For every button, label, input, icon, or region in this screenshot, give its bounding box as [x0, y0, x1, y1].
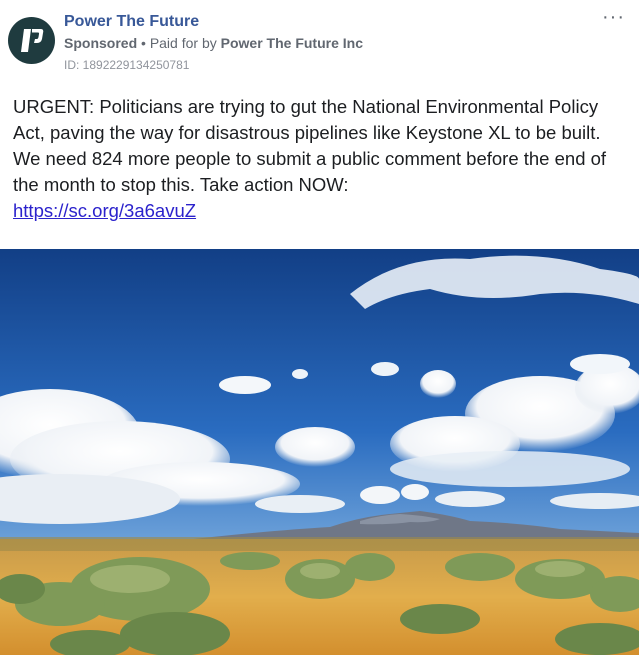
- post-body: URGENT: Politicians are trying to gut th…: [13, 94, 633, 224]
- landscape-photo: [0, 249, 639, 655]
- paid-for-entity: Power The Future Inc: [220, 35, 363, 51]
- ad-id: ID: 1892229134250781: [64, 58, 190, 72]
- sponsored-line: Sponsored • Paid for by Power The Future…: [64, 35, 363, 51]
- post-image[interactable]: [0, 249, 639, 655]
- page-avatar[interactable]: [8, 17, 55, 64]
- paid-for-prefix: Paid for by: [149, 35, 217, 51]
- sponsored-label: Sponsored: [64, 35, 138, 51]
- post-header: Power The Future Sponsored • Paid for by…: [0, 0, 639, 84]
- power-the-future-logo-icon: [21, 29, 44, 52]
- separator-dot: •: [141, 35, 146, 51]
- post-body-text: URGENT: Politicians are trying to gut th…: [13, 96, 607, 195]
- page-name-link[interactable]: Power The Future: [64, 13, 199, 31]
- more-options-icon[interactable]: ···: [602, 6, 625, 29]
- post-link[interactable]: https://sc.org/3a6avuZ: [13, 200, 196, 221]
